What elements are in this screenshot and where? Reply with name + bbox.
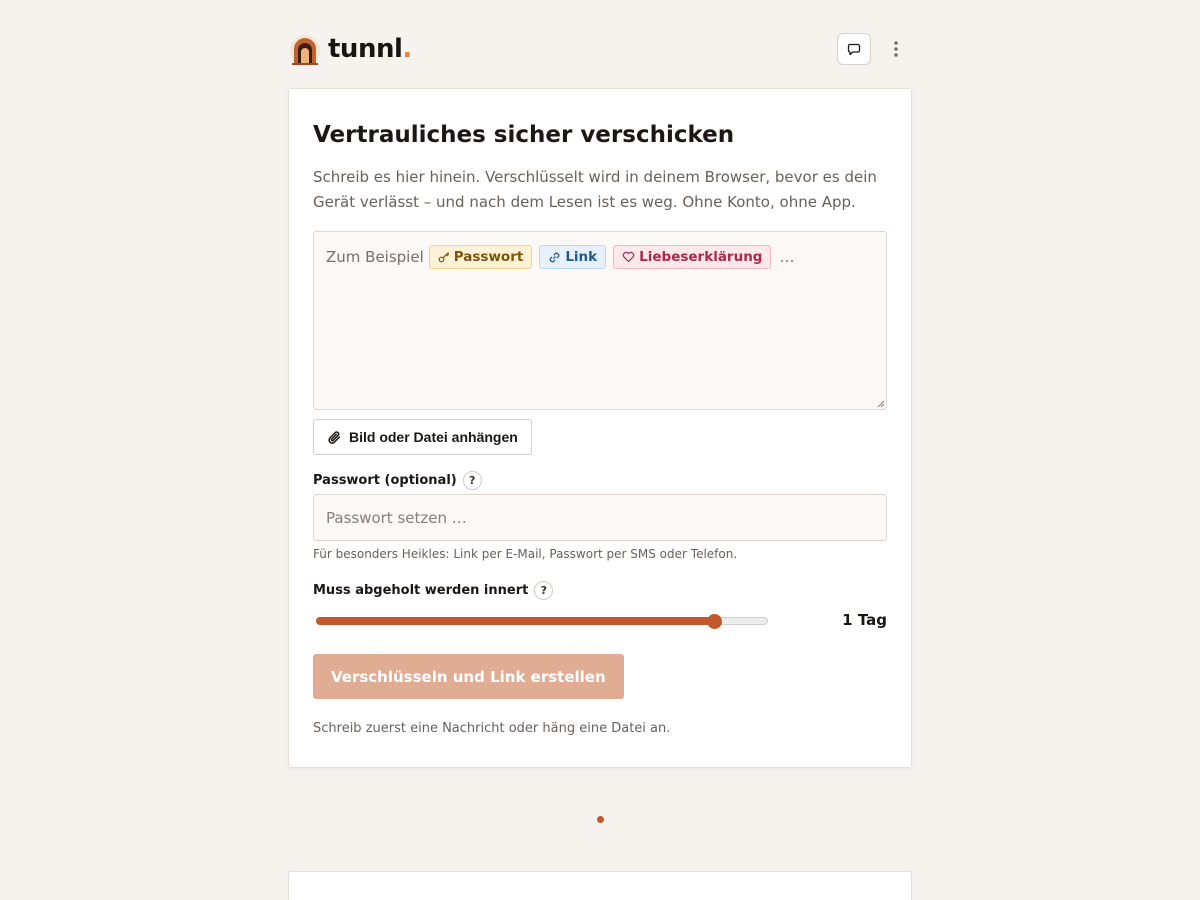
example-label: Liebeserklärung [639,249,763,265]
tunnel-logo-icon [290,35,320,65]
page-title: Vertrauliches sicher verschicken [313,122,735,148]
expiry-value: 1 Tag [842,611,887,629]
resize-grip-icon[interactable] [877,400,885,408]
example-label: Link [565,249,598,265]
app-header: tunnl. [288,30,912,70]
example-chip-love-letter: Liebeserklärung [613,245,772,269]
logo[interactable]: tunnl. [288,32,412,66]
password-label-text: Passwort (optional) [313,473,457,488]
more-menu-button[interactable] [886,33,906,65]
example-chip-link: Link [539,245,607,269]
paperclip-icon [328,430,341,444]
password-label: Passwort (optional) ? [313,471,482,490]
password-hint: Für besonders Heikles: Link per E-Mail, … [313,547,738,561]
expiry-help-icon[interactable]: ? [534,581,554,600]
attach-file-button[interactable]: Bild oder Datei anhängen [313,419,532,455]
secret-form-card: Vertrauliches sicher verschicken Schreib… [288,88,912,768]
vertical-dots-icon [894,41,898,57]
placeholder-ellipsis: … [779,248,795,266]
intro-text: Schreib es hier hinein. Verschlüsselt wi… [313,168,877,211]
pagination-dot [597,816,604,823]
placeholder-prefix: Zum Beispiel [326,248,424,266]
expiry-slider[interactable] [313,611,773,631]
secondary-card [288,871,912,900]
slider-thumb[interactable] [706,614,722,629]
expiry-label: Muss abgeholt werden innert ? [313,581,554,600]
message-placeholder: Zum Beispiel Passwort Link Liebeserkläru… [326,245,794,269]
example-label: Passwort [453,249,524,265]
brand-name: tunnl. [328,34,412,64]
brand-dot: . [402,34,412,64]
password-input[interactable] [313,494,887,541]
slider-fill [316,617,714,625]
message-textarea[interactable]: Zum Beispiel Passwort Link Liebeserkläru… [313,231,887,410]
status-message: Schreib zuerst eine Nachricht oder häng … [313,721,671,736]
expiry-label-text: Muss abgeholt werden innert [313,583,529,598]
heart-icon [622,251,635,263]
link-icon [549,252,560,262]
feedback-button[interactable] [837,33,871,65]
encrypt-submit-button[interactable]: Verschlüsseln und Link erstellen [313,654,624,699]
password-help-icon[interactable]: ? [462,471,482,490]
key-icon [438,252,449,263]
example-chip-password: Passwort [428,245,533,269]
attach-label: Bild oder Datei anhängen [349,429,518,445]
speech-bubble-icon [847,43,861,56]
